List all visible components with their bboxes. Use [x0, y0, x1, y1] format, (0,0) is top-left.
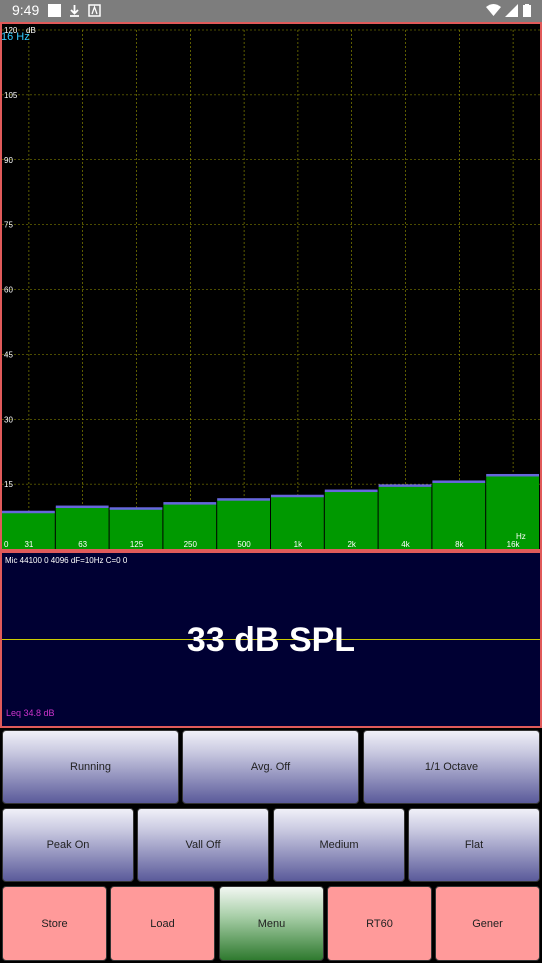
- spectrum-bar: [486, 475, 539, 549]
- load-button[interactable]: Load: [110, 886, 215, 961]
- status-time: 9:49: [12, 2, 40, 18]
- x-tick-label: 125: [130, 540, 144, 549]
- x-axis-unit: Hz: [516, 532, 526, 541]
- app-notification-icon: [88, 4, 101, 17]
- store-button[interactable]: Store: [2, 886, 107, 961]
- spectrum-chart[interactable]: 120 105 90 75 60 45 30 15 0 31 63 125 250 500 1k 2k 4k 8…: [0, 22, 542, 551]
- battery-icon: [523, 4, 531, 17]
- x-tick-label: 500: [237, 540, 251, 549]
- spectrum-bar-cap: [109, 507, 163, 510]
- x-tick-label: 2k: [347, 540, 356, 549]
- x-tick-label: 250: [184, 540, 198, 549]
- octave-button[interactable]: 1/1 Octave: [363, 730, 540, 804]
- spectrum-bar-cap: [55, 505, 109, 509]
- x-tick-label: 8k: [455, 540, 464, 549]
- menu-button[interactable]: Menu: [219, 886, 324, 961]
- rt60-button[interactable]: RT60: [327, 886, 432, 961]
- average-button[interactable]: Avg. Off: [182, 730, 359, 804]
- spectrum-bar-cap: [324, 489, 378, 493]
- spectrum-bar-cap: [163, 502, 217, 505]
- x-tick-label: 31: [24, 540, 33, 549]
- y-tick-label: 30: [4, 415, 13, 424]
- spectrum-bar: [432, 481, 486, 549]
- generator-button[interactable]: Gener: [435, 886, 540, 961]
- mic-info: Mic 44100 0 4096 dF=10Hz C=0 0: [5, 556, 128, 565]
- x-tick-label: 63: [78, 540, 87, 549]
- valley-button[interactable]: Vall Off: [137, 808, 269, 882]
- speed-button[interactable]: Medium: [273, 808, 405, 882]
- spectrum-bar-cap: [2, 510, 55, 514]
- download-icon: [70, 5, 79, 17]
- y-tick-label: 105: [4, 91, 18, 100]
- spl-readout: 33 dB SPL: [186, 621, 356, 659]
- y-tick-label: 0: [4, 540, 9, 549]
- leq-readout: Leq 34.8 dB: [6, 708, 55, 718]
- weighting-button[interactable]: Flat: [408, 808, 540, 882]
- wifi-icon: [486, 4, 501, 16]
- chart-frame: [0, 22, 542, 551]
- cellular-signal-icon: [505, 4, 518, 17]
- y-tick-label: 15: [4, 480, 13, 489]
- spectrum-bar-cap: [217, 498, 270, 501]
- y-tick-label: 90: [4, 156, 13, 165]
- spl-panel: Mic 44100 0 4096 dF=10Hz C=0 0 33 dB SPL…: [0, 551, 542, 728]
- x-tick-label: 4k: [401, 540, 410, 549]
- peak-button[interactable]: Peak On: [2, 808, 134, 882]
- status-bar: 9:49: [0, 0, 542, 22]
- spectrum-bar-cap: [378, 484, 432, 487]
- spectrum-chart-svg: 1201059075604530150 31 63 125 250 500 1k 2k 4k 8…: [0, 22, 542, 551]
- y-tick-label: 75: [4, 221, 13, 230]
- y-axis-unit: dB: [26, 26, 36, 35]
- y-tick-label: 45: [4, 350, 13, 359]
- spectrum-bar-cap: [432, 480, 486, 483]
- x-tick-label: 16k: [507, 540, 521, 549]
- spectrum-bar-cap: [486, 473, 539, 477]
- y-tick-label: 60: [4, 286, 13, 295]
- notification-square-icon: [48, 4, 61, 17]
- spectrum-bar-cap: [271, 494, 324, 498]
- running-button[interactable]: Running: [2, 730, 179, 804]
- x-tick-label: 1k: [294, 540, 303, 549]
